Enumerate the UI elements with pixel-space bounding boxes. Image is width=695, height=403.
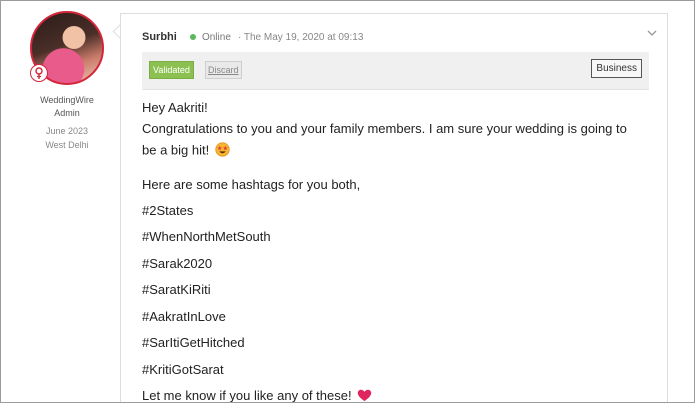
post-timestamp: · The May 19, 2020 at 09:13 xyxy=(237,32,364,43)
hashtag: #WhenNorthMetSouth xyxy=(142,229,271,244)
red-heart-icon xyxy=(357,389,372,402)
author-joined: June 2023 xyxy=(45,126,89,136)
avatar-wrapper[interactable] xyxy=(30,11,104,85)
post-line-with-emoji: be a big hit! xyxy=(142,142,230,160)
hashtag: #KritiGotSarat xyxy=(142,362,224,377)
post-line: Here are some hashtags for you both, xyxy=(142,177,361,192)
chevron-down-icon[interactable] xyxy=(647,26,657,40)
forum-post-frame: WeddingWire Admin June 2023 West Delhi S… xyxy=(0,0,695,403)
admin-badge-icon xyxy=(30,64,48,82)
post-line: Hey Aakriti! xyxy=(142,100,208,115)
post-line: Congratulations to you and your family m… xyxy=(142,121,627,136)
star-struck-face-icon xyxy=(215,142,230,160)
post-card: Surbhi Online · The May 19, 2020 at 09:1… xyxy=(120,13,668,403)
category-button[interactable]: Business xyxy=(591,59,642,78)
discard-button[interactable]: Discard xyxy=(205,61,242,79)
hashtag: #AakratInLove xyxy=(142,309,226,324)
post-line: be a big hit! xyxy=(142,142,210,158)
author-role[interactable]: WeddingWire xyxy=(1,95,133,105)
online-status: Online xyxy=(201,32,231,43)
author-role-sub: Admin xyxy=(54,108,80,118)
post-line: Let me know if you like any of these! xyxy=(142,388,352,403)
online-status-dot xyxy=(189,34,196,41)
hashtag: #SarItiGetHitched xyxy=(142,335,245,350)
author-location: West Delhi xyxy=(45,140,89,150)
post-username[interactable]: Surbhi xyxy=(142,31,177,43)
hashtag: #SaratKiRiti xyxy=(142,282,211,297)
post-line-with-emoji: Let me know if you like any of these! xyxy=(142,388,372,403)
hashtag: #2States xyxy=(142,203,194,218)
validated-button[interactable]: Validated xyxy=(149,61,194,79)
moderation-bar: Validated Discard Business xyxy=(142,52,649,90)
post-header: Surbhi Online · The May 19, 2020 at 09:1… xyxy=(142,31,363,43)
hashtag: #Sarak2020 xyxy=(142,256,213,271)
